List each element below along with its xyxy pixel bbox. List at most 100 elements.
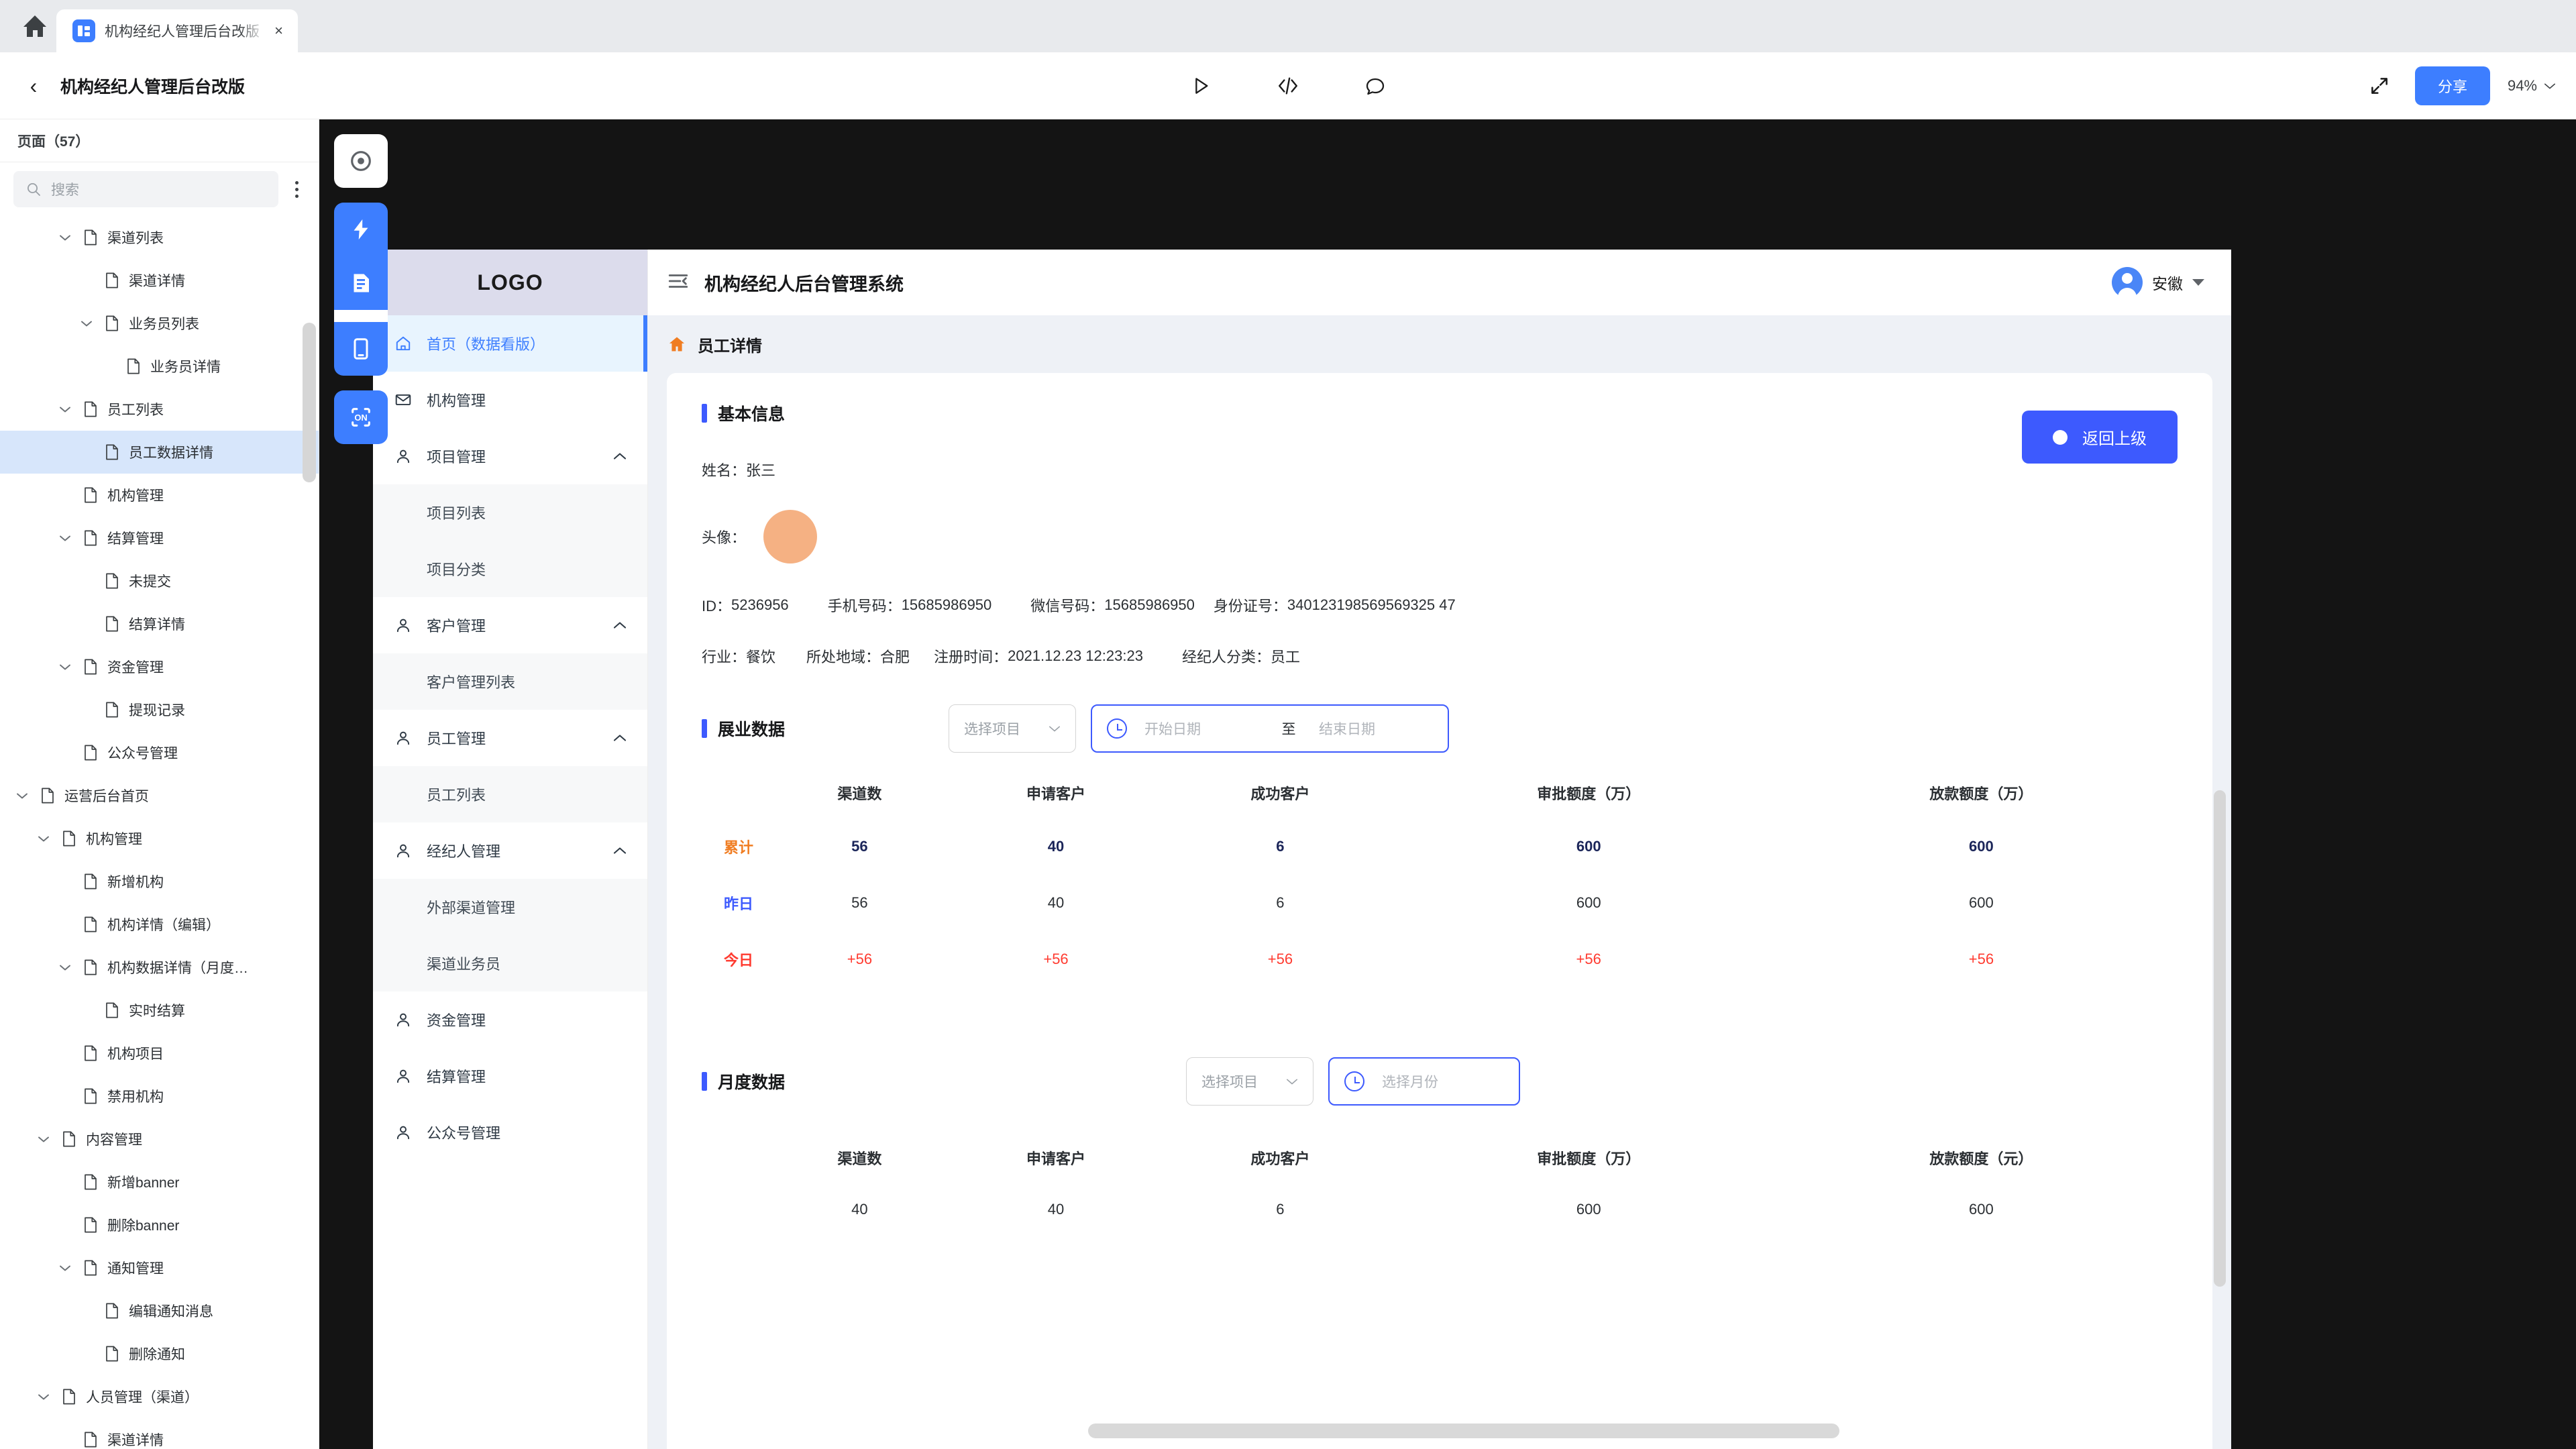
tree-item[interactable]: 实时结算: [0, 989, 319, 1032]
page-file-icon: [125, 358, 142, 374]
tree-item[interactable]: 机构数据详情（月度…: [0, 946, 319, 989]
tree-item[interactable]: 员工数据详情: [0, 431, 319, 474]
page-tree-scrollbar[interactable]: [303, 323, 316, 482]
page-file-icon: [103, 444, 121, 460]
chevron-down-icon[interactable]: [56, 534, 74, 543]
expand-icon[interactable]: [2361, 68, 2398, 104]
zoom-level-selector[interactable]: 94%: [2508, 77, 2556, 95]
page-file-icon: [82, 1217, 99, 1233]
play-icon[interactable]: [1183, 68, 1219, 104]
tree-item[interactable]: 员工列表: [0, 388, 319, 431]
page-file-icon: [39, 788, 56, 804]
end-date-placeholder: 结束日期: [1319, 722, 1376, 737]
chevron-up-icon[interactable]: [612, 842, 627, 859]
tree-item[interactable]: 提现记录: [0, 688, 319, 731]
home-button[interactable]: [13, 0, 56, 52]
tree-item[interactable]: 机构管理: [0, 474, 319, 517]
monthly-project-select[interactable]: 选择项目: [1186, 1057, 1314, 1106]
tree-item[interactable]: 内容管理: [0, 1118, 319, 1161]
document-icon[interactable]: [334, 256, 388, 310]
chevron-down-icon[interactable]: [13, 792, 31, 800]
back-button[interactable]: ‹: [19, 75, 48, 97]
biz-date-range-picker[interactable]: 开始日期 至 结束日期: [1091, 704, 1450, 753]
chevron-down-icon[interactable]: [56, 233, 74, 242]
sidebar-item-6[interactable]: 资金管理: [373, 991, 647, 1048]
comment-icon[interactable]: [1357, 68, 1393, 104]
share-button[interactable]: 分享: [2414, 66, 2490, 105]
tree-item[interactable]: 结算管理: [0, 517, 319, 559]
target-icon[interactable]: [334, 134, 388, 188]
page-tree-list[interactable]: 渠道列表 渠道详情 业务员列表 业务员详情 员工列表 员工数据详情 机构管理 结算管理 未提交结…: [0, 216, 319, 1449]
biz-project-select[interactable]: 选择项目: [949, 704, 1077, 753]
back-to-parent-button[interactable]: 返回上级: [2022, 411, 2178, 464]
user-menu[interactable]: 安徽: [2112, 267, 2204, 298]
app-toolbar: ‹ 机构经纪人管理后台改版 分享 94%: [0, 52, 2576, 119]
close-icon[interactable]: ×: [274, 23, 283, 38]
chevron-down-icon[interactable]: [35, 835, 52, 843]
sidebar-item-5[interactable]: 经纪人管理: [373, 822, 647, 879]
chevron-down-icon[interactable]: [56, 1264, 74, 1273]
sidebar-item-3[interactable]: 客户管理: [373, 597, 647, 653]
sidebar-subitem-4-0[interactable]: 员工列表: [373, 766, 647, 822]
sidebar-subitem-2-0[interactable]: 项目列表: [373, 484, 647, 541]
app-nav-list[interactable]: 首页（数据看版） 机构管理 项目管理 项目列表 项目分类 客户管理 客户管理列表 员工管理 员工…: [373, 315, 647, 1161]
sidebar-subitem-2-1[interactable]: 项目分类: [373, 541, 647, 597]
lightning-icon[interactable]: [334, 203, 388, 256]
mobile-icon[interactable]: [334, 322, 388, 376]
code-icon[interactable]: [1270, 68, 1306, 104]
monthly-month-picker[interactable]: 选择月份: [1328, 1057, 1521, 1106]
tree-item[interactable]: 渠道详情: [0, 259, 319, 302]
tree-item[interactable]: 业务员详情: [0, 345, 319, 388]
kebab-menu-icon[interactable]: [285, 180, 308, 198]
idcard-label: 身份证号：: [1213, 598, 1287, 614]
tree-item[interactable]: 人员管理（渠道）: [0, 1375, 319, 1418]
tree-item[interactable]: 未提交: [0, 559, 319, 602]
search-input[interactable]: 搜索: [13, 171, 278, 207]
sidebar-item-1[interactable]: 机构管理: [373, 372, 647, 428]
sidebar-item-2[interactable]: 项目管理: [373, 428, 647, 484]
chevron-up-icon[interactable]: [612, 447, 627, 465]
tree-item[interactable]: 运营后台首页: [0, 774, 319, 817]
tree-item[interactable]: 通知管理: [0, 1246, 319, 1289]
tree-item[interactable]: 删除通知: [0, 1332, 319, 1375]
tree-item[interactable]: 新增机构: [0, 860, 319, 903]
tree-item[interactable]: 机构项目: [0, 1032, 319, 1075]
tree-item[interactable]: 结算详情: [0, 602, 319, 645]
tree-item[interactable]: 机构详情（编辑）: [0, 903, 319, 946]
chevron-down-icon[interactable]: [56, 963, 74, 972]
tree-item[interactable]: 新增banner: [0, 1161, 319, 1203]
frame-vertical-scrollbar[interactable]: [2214, 790, 2226, 1287]
browser-tab[interactable]: 机构经纪人管理后台改版 ×: [56, 9, 298, 52]
sidebar-item-7[interactable]: 结算管理: [373, 1048, 647, 1104]
sidebar-item-4[interactable]: 员工管理: [373, 710, 647, 766]
chevron-down-icon[interactable]: [78, 319, 95, 328]
chevron-up-icon[interactable]: [612, 729, 627, 747]
chevron-down-icon[interactable]: [56, 663, 74, 672]
tree-item[interactable]: 编辑通知消息: [0, 1289, 319, 1332]
chevron-down-icon[interactable]: [35, 1393, 52, 1401]
page-file-icon: [82, 1260, 99, 1276]
tree-item[interactable]: 资金管理: [0, 645, 319, 688]
row-label: [702, 1183, 775, 1236]
tree-item[interactable]: 公众号管理: [0, 731, 319, 774]
sidebar-subitem-5-1[interactable]: 渠道业务员: [373, 935, 647, 991]
chevron-down-icon[interactable]: [56, 405, 74, 414]
chevron-down-icon[interactable]: [35, 1135, 52, 1144]
tree-item[interactable]: 禁用机构: [0, 1075, 319, 1118]
canvas-horizontal-scrollbar[interactable]: [1088, 1424, 1839, 1438]
tree-item-label: 通知管理: [107, 1261, 164, 1277]
sidebar-item-0[interactable]: 首页（数据看版）: [373, 315, 647, 372]
menu-fold-icon[interactable]: [667, 270, 690, 296]
tree-item[interactable]: 渠道详情: [0, 1418, 319, 1449]
tree-item[interactable]: 机构管理: [0, 817, 319, 860]
sidebar-item-8[interactable]: 公众号管理: [373, 1104, 647, 1161]
chevron-up-icon[interactable]: [612, 616, 627, 634]
page-file-icon: [103, 702, 121, 718]
tree-item[interactable]: 业务员列表: [0, 302, 319, 345]
sidebar-subitem-3-0[interactable]: 客户管理列表: [373, 653, 647, 710]
on-toggle-icon[interactable]: ON: [334, 390, 388, 444]
sidebar-subitem-5-0[interactable]: 外部渠道管理: [373, 879, 647, 935]
tree-item[interactable]: 删除banner: [0, 1203, 319, 1246]
category-value: 员工: [1270, 649, 1300, 665]
tree-item[interactable]: 渠道列表: [0, 216, 319, 259]
